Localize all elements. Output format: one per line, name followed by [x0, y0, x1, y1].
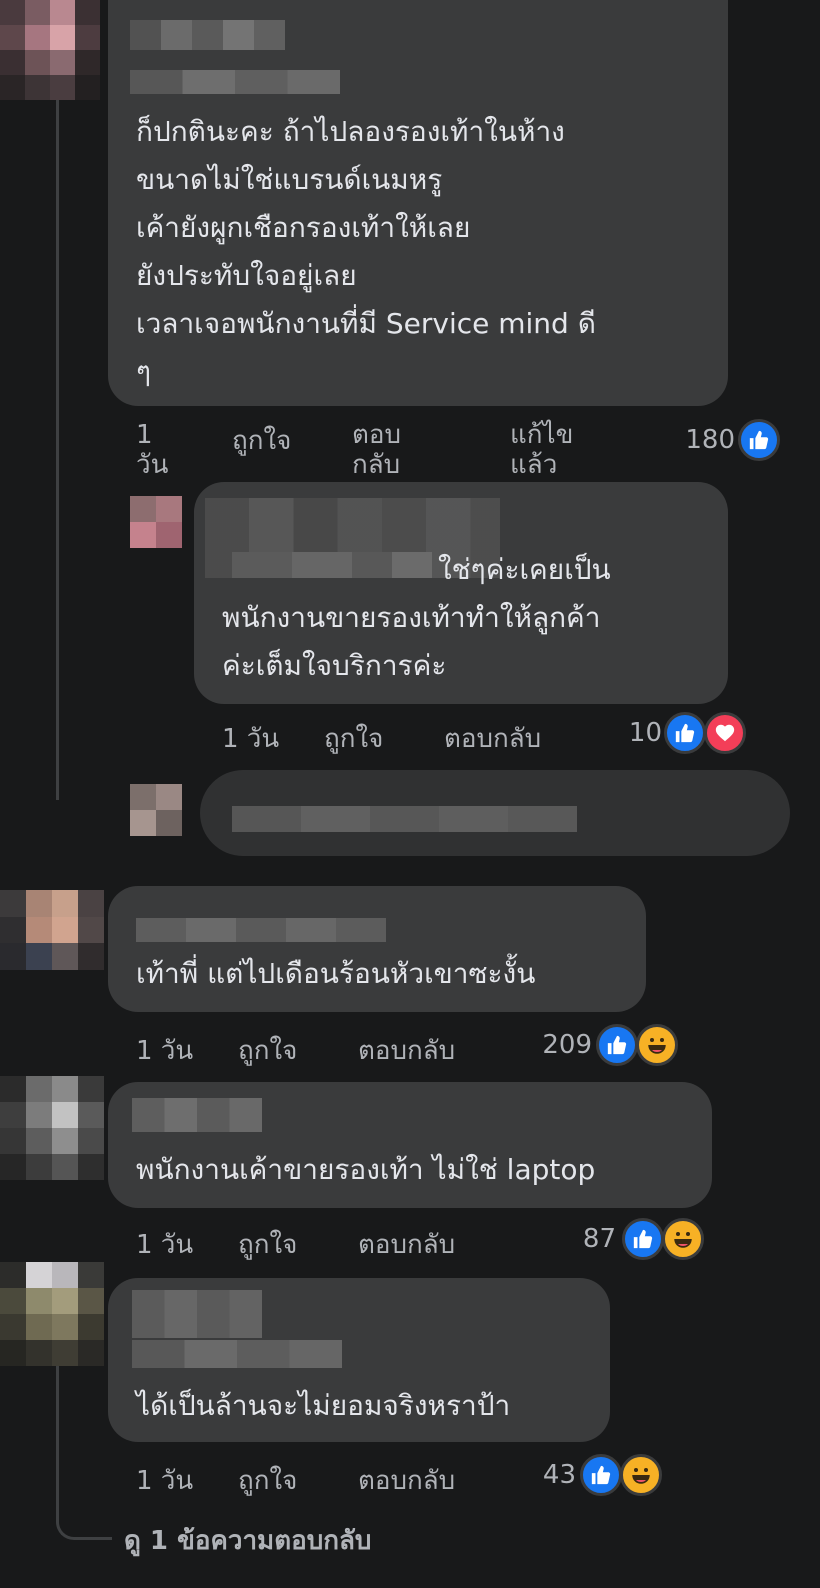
reply-link[interactable]: ตอบกลับ — [358, 1460, 455, 1501]
comment-text-line: ได้เป็นล้านจะไม่ยอมจริงหราป้า — [136, 1389, 511, 1422]
avatar[interactable] — [130, 784, 182, 836]
comment-text-line: ก็ปกตินะคะ ถ้าไปลองรองเท้าในห้าง — [136, 115, 565, 148]
comment-text-line: ขนาดไม่ใช่แบรนด์เนมหรู — [136, 163, 443, 196]
haha-reaction-icon[interactable] — [620, 1454, 662, 1496]
avatar[interactable] — [0, 0, 100, 100]
timestamp[interactable]: 1 วัน — [136, 1224, 193, 1265]
like-reaction-icon[interactable] — [580, 1454, 622, 1496]
timestamp[interactable]: 1 วัน — [136, 1460, 193, 1501]
comment-text-line: เท้าพี่ แต่ไปเดือนร้อนหัวเขาซะงั้น — [136, 957, 536, 990]
timestamp[interactable]: 1 วัน — [222, 718, 279, 759]
comment-text-line: ๆ — [136, 355, 152, 388]
reaction-count[interactable]: 209 — [520, 1030, 592, 1060]
reaction-count[interactable]: 43 — [520, 1460, 576, 1490]
reply-link[interactable]: ตอบกลับ — [358, 1224, 455, 1265]
comment-text-line: ยังประทับใจอยู่เลย — [136, 259, 357, 292]
mention-blurred[interactable] — [232, 552, 432, 578]
timestamp[interactable]: 1 วัน — [136, 420, 168, 480]
like-reaction-icon[interactable] — [664, 712, 706, 754]
like-reaction-icon[interactable] — [622, 1218, 664, 1260]
reaction-count[interactable]: 180 — [660, 425, 735, 455]
timestamp[interactable]: 1 วัน — [136, 1030, 193, 1071]
reply-link[interactable]: ตอบ กลับ — [352, 420, 401, 480]
like-link[interactable]: ถูกใจ — [324, 718, 383, 759]
like-link[interactable]: ถูกใจ — [232, 420, 291, 461]
reaction-count[interactable]: 87 — [560, 1224, 616, 1254]
comment-text-line: เวลาเจอพนักงานที่มี Service mind ดี — [136, 307, 596, 340]
reply-link[interactable]: ตอบกลับ — [444, 718, 541, 759]
avatar[interactable] — [0, 1262, 104, 1366]
comment-text-line: ใช่ๆค่ะเคยเป็น — [438, 553, 611, 586]
author-name-blurred[interactable] — [132, 1290, 262, 1338]
reaction-count[interactable]: 10 — [600, 718, 662, 748]
author-name-blurred[interactable] — [130, 20, 285, 50]
reply-link[interactable]: ตอบกลับ — [358, 1030, 455, 1071]
avatar[interactable] — [130, 496, 182, 548]
avatar[interactable] — [0, 890, 104, 970]
reply-input-placeholder-blurred — [232, 806, 577, 832]
love-reaction-icon[interactable] — [704, 712, 746, 754]
edited-label[interactable]: แก้ไข แล้ว — [510, 420, 573, 480]
author-subline-blurred — [130, 70, 340, 94]
haha-reaction-icon[interactable] — [662, 1218, 704, 1260]
author-name-blurred[interactable] — [132, 1098, 262, 1132]
comment-text-line: พนักงานขายรองเท้าทำให้ลูกค้า — [222, 601, 601, 634]
avatar[interactable] — [0, 1076, 104, 1180]
comment-text-line: เค้ายังผูกเชือกรองเท้าให้เลย — [136, 211, 471, 244]
author-subline-blurred — [132, 1340, 342, 1368]
like-link[interactable]: ถูกใจ — [238, 1224, 297, 1265]
view-replies-link[interactable]: ดู 1 ข้อความตอบกลับ — [124, 1520, 371, 1561]
comment-text-line: พนักงานเค้าขายรองเท้า ไม่ใช่ laptop — [136, 1153, 596, 1186]
like-link[interactable]: ถูกใจ — [238, 1030, 297, 1071]
comment-actions: 1 วัน ถูกใจ ตอบกลับ — [0, 1460, 820, 1496]
like-reaction-icon[interactable] — [738, 419, 780, 461]
like-link[interactable]: ถูกใจ — [238, 1460, 297, 1501]
comment-text-line: ค่ะเต็มใจบริการค่ะ — [222, 649, 447, 682]
haha-reaction-icon[interactable] — [636, 1024, 678, 1066]
comment-actions: 1 วัน ถูกใจ ตอบกลับ — [0, 1030, 820, 1066]
author-name-blurred[interactable] — [136, 918, 386, 942]
like-reaction-icon[interactable] — [596, 1024, 638, 1066]
